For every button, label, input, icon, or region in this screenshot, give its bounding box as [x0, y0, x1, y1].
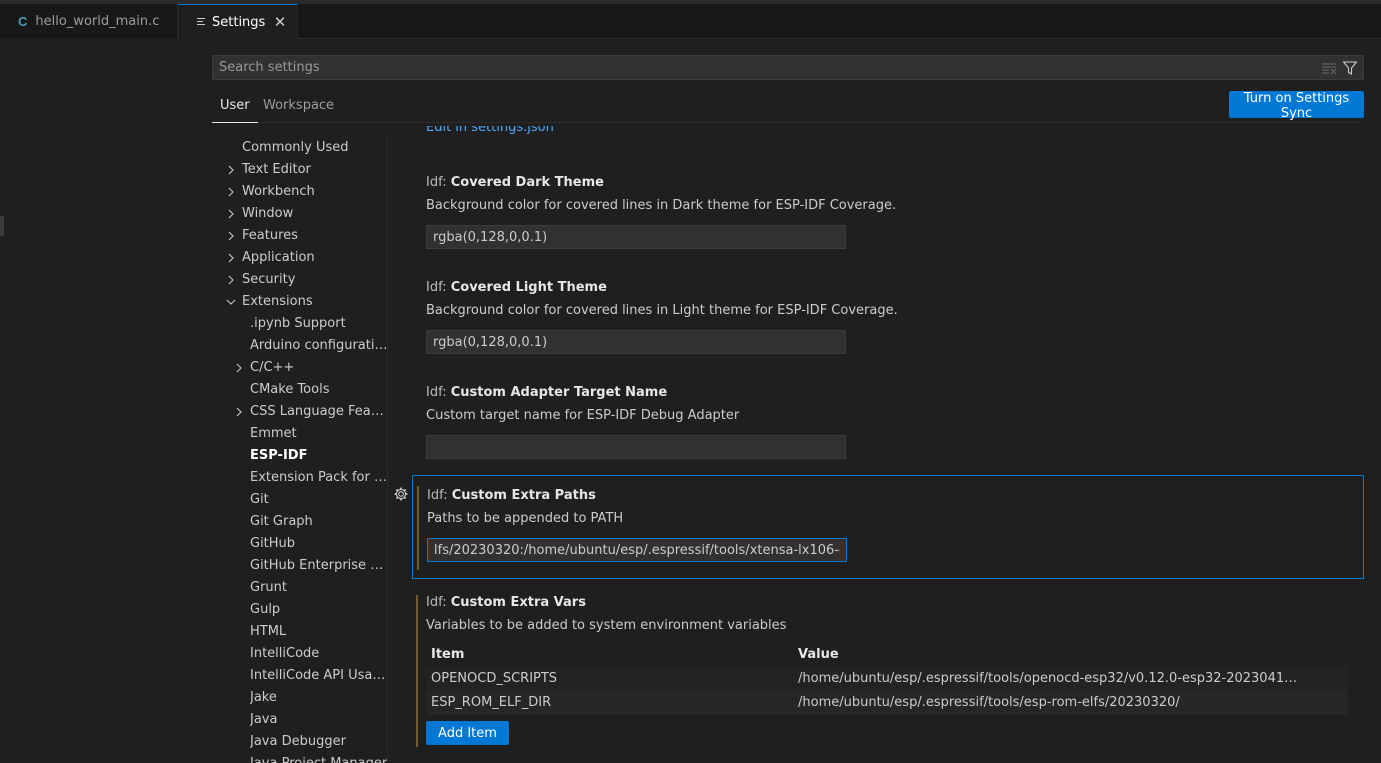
toc-item[interactable]: .ipynb Support [250, 313, 387, 335]
toc-item[interactable]: GitHub [250, 533, 387, 555]
toc-item[interactable]: Gulp [250, 599, 387, 621]
toc-item[interactable]: Grunt [250, 577, 387, 599]
column-item: Item [431, 647, 465, 662]
toc-item[interactable]: Java [250, 709, 387, 731]
close-icon[interactable]: ✕ [272, 14, 288, 30]
toc-item[interactable]: GitHub Enterprise Se... [250, 555, 387, 577]
table-header: Item Value [426, 643, 1348, 667]
setting-description: Background color for covered lines in Da… [426, 198, 897, 213]
row-item: ESP_ROM_ELF_DIR [431, 695, 552, 710]
toc-item[interactable]: Commonly Used [242, 137, 387, 159]
setting-description: Variables to be added to system environm… [426, 618, 787, 633]
toc-item[interactable]: Jake [250, 687, 387, 709]
setting-title: Idf: Custom Adapter Target Name [426, 385, 668, 400]
sash-handle[interactable] [0, 216, 4, 236]
toc-item[interactable]: Git [250, 489, 387, 511]
row-value: /home/ubuntu/esp/.espressif/tools/esp-ro… [798, 695, 1180, 710]
setting-custom-extra-vars: Idf: Custom Extra Vars Variables to be a… [412, 585, 1364, 755]
sidebar-area [0, 40, 212, 763]
table-row[interactable]: OPENOCD_SCRIPTS /home/ubuntu/esp/.espres… [426, 667, 1348, 691]
clear-filter-icon[interactable] [1321, 61, 1337, 75]
add-item-button[interactable]: Add Item [426, 721, 509, 745]
toc-item[interactable]: Text Editor [242, 159, 387, 181]
toc-item[interactable]: Git Graph [250, 511, 387, 533]
setting-description: Background color for covered lines in Li… [426, 303, 898, 318]
toc-item[interactable]: Workbench [242, 181, 387, 203]
chevron-right-icon[interactable] [226, 187, 236, 197]
setting-title: Idf: Custom Extra Vars [426, 595, 586, 610]
setting-title: Idf: Covered Light Theme [426, 280, 607, 295]
tab-settings[interactable]: Settings ✕ [178, 4, 298, 39]
chevron-right-icon[interactable] [234, 407, 244, 417]
toc-item[interactable]: Features [242, 225, 387, 247]
c-file-icon: C [18, 14, 28, 29]
toc-item[interactable]: Application [242, 247, 387, 269]
edit-in-settings-json-link[interactable]: Edit in settings.json [426, 126, 554, 138]
chevron-right-icon[interactable] [234, 363, 244, 373]
toc-item[interactable]: Arduino configuration [250, 335, 387, 357]
setting-covered-light-theme: Idf: Covered Light Theme Background colo… [412, 275, 1364, 375]
chevron-right-icon[interactable] [226, 275, 236, 285]
chevron-right-icon[interactable] [226, 231, 236, 241]
toc-item[interactable]: HTML [250, 621, 387, 643]
tab-hello-world-main-c[interactable]: C hello_world_main.c [0, 4, 178, 39]
custom-extra-paths-input[interactable] [427, 538, 847, 562]
filter-icon[interactable] [1342, 60, 1358, 76]
toc-item[interactable]: CMake Tools [250, 379, 387, 401]
tab-workspace[interactable]: Workspace [263, 90, 334, 123]
row-value: /home/ubuntu/esp/.espressif/tools/openoc… [798, 671, 1303, 686]
setting-description: Custom target name for ESP-IDF Debug Ada… [426, 408, 740, 423]
settings-scope-tabs: User Workspace [212, 90, 1364, 123]
search-input[interactable] [219, 58, 1299, 77]
chevron-right-icon[interactable] [226, 253, 236, 263]
custom-adapter-target-name-input[interactable] [426, 435, 846, 459]
settings-editor-icon [196, 17, 206, 27]
column-value: Value [798, 647, 839, 662]
toc-item[interactable]: C/C++ [250, 357, 387, 379]
tab-user[interactable]: User [212, 90, 258, 123]
table-row[interactable]: ESP_ROM_ELF_DIR /home/ubuntu/esp/.espres… [426, 691, 1348, 715]
toc-item[interactable]: Java Debugger [250, 731, 387, 753]
toc-item[interactable]: ESP-IDF [250, 445, 387, 467]
toc-item[interactable]: Java Project Manager [250, 753, 387, 763]
toc-item[interactable]: IntelliCode API Usage... [250, 665, 387, 687]
tab-label: Settings [212, 14, 266, 30]
toc-item[interactable]: Extension Pack for Java [250, 467, 387, 489]
editor-tab-bar: C hello_world_main.c Settings ✕ [0, 4, 1381, 39]
toc-item[interactable]: CSS Language Features [250, 401, 387, 423]
gear-icon[interactable] [393, 486, 409, 502]
toc-item[interactable]: Security [242, 269, 387, 291]
setting-covered-dark-theme: Idf: Covered Dark Theme Background color… [412, 170, 1364, 270]
toc-item[interactable]: Extensions [242, 291, 387, 313]
settings-list: Edit in settings.json Idf: Covered Dark … [389, 124, 1381, 763]
settings-toc: Commonly Used Text Editor Workbench Window F… [212, 135, 388, 763]
toc-item[interactable]: Window [242, 203, 387, 225]
setting-custom-adapter-target-name: Idf: Custom Adapter Target Name Custom t… [412, 380, 1364, 480]
chevron-right-icon[interactable] [226, 165, 236, 175]
search-box [212, 55, 1364, 80]
setting-title: Idf: Custom Extra Paths [427, 488, 596, 503]
modified-indicator [417, 486, 419, 570]
toc-item[interactable]: IntelliCode [250, 643, 387, 665]
covered-light-theme-input[interactable] [426, 330, 846, 354]
row-item: OPENOCD_SCRIPTS [431, 671, 558, 686]
setting-custom-extra-paths: Idf: Custom Extra Paths Paths to be appe… [412, 475, 1364, 579]
setting-description: Paths to be appended to PATH [427, 511, 624, 526]
chevron-right-icon[interactable] [226, 209, 236, 219]
toc-item[interactable]: Emmet [250, 423, 387, 445]
covered-dark-theme-input[interactable] [426, 225, 846, 249]
tab-label: hello_world_main.c [35, 14, 160, 29]
chevron-down-icon[interactable] [226, 297, 236, 307]
setting-title: Idf: Covered Dark Theme [426, 175, 604, 190]
turn-on-settings-sync-button[interactable]: Turn on Settings Sync [1229, 91, 1364, 121]
modified-indicator [416, 595, 418, 747]
